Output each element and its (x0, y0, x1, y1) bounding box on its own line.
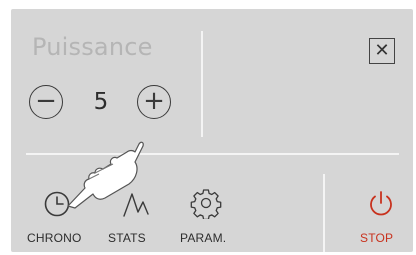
decrease-button[interactable]: − (29, 85, 63, 119)
vertical-divider (201, 31, 203, 137)
power-title: Puissance (32, 33, 153, 61)
stop-divider (323, 174, 325, 252)
hand-pointer-icon (67, 141, 144, 209)
increase-button[interactable]: + (137, 85, 171, 119)
power-value: 5 (93, 89, 109, 115)
params-label: PARAM. (180, 231, 227, 245)
stats-label: STATS (108, 231, 146, 245)
gear-icon (190, 189, 222, 219)
minus-icon: − (35, 86, 57, 116)
close-button[interactable]: ✕ (369, 38, 395, 64)
plus-icon: + (143, 86, 165, 116)
close-icon: ✕ (374, 40, 390, 61)
power-icon (370, 191, 392, 216)
stop-label: STOP (360, 231, 394, 245)
chrono-label: CHRONO (27, 231, 82, 245)
cooking-panel: Puissance − 5 + ✕ CHRONO STATS PARAM. ST… (11, 9, 413, 252)
